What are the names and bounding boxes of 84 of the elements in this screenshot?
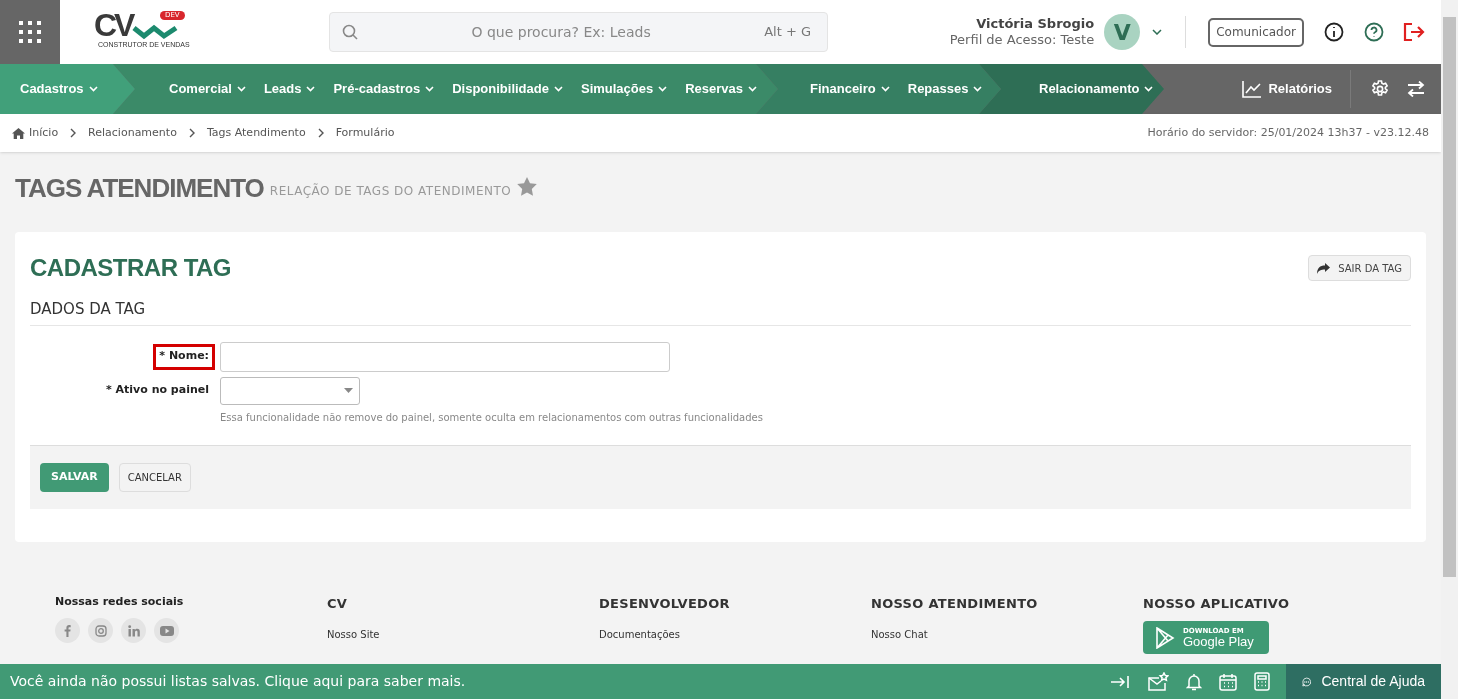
home-icon xyxy=(12,127,25,139)
nav-menu-item[interactable]: Cadastros xyxy=(20,79,98,99)
footer-column-title: CV xyxy=(327,594,349,613)
nav-menu-item[interactable]: Reservas xyxy=(685,79,758,99)
breadcrumb-link[interactable]: Tags Atendimento xyxy=(206,124,306,142)
section-title: DADOS DA TAG xyxy=(30,298,1411,326)
chevron-right-icon xyxy=(70,128,77,138)
chevron-down-icon xyxy=(88,86,98,92)
favorite-star-icon[interactable] xyxy=(517,177,538,196)
nav-menu-item[interactable]: Simulações xyxy=(580,79,668,99)
chevron-down-icon xyxy=(425,86,435,92)
saved-lists-message[interactable]: Você ainda não possui listas salvas. Clique aqui para saber mais. xyxy=(10,671,466,692)
dropdown-field[interactable] xyxy=(220,376,360,405)
breadcrumb-link[interactable]: Início xyxy=(12,124,59,142)
wave-logo-icon xyxy=(132,22,179,40)
breadcrumb-link[interactable]: Formulário xyxy=(335,124,395,142)
user-profile: Perfil de Acesso: Teste xyxy=(949,32,1095,48)
nav-menu-item[interactable]: Leads xyxy=(263,79,316,99)
cancel-button[interactable]: CANCELAR xyxy=(118,462,191,492)
chevron-down-icon xyxy=(880,86,890,92)
chevron-down-icon[interactable] xyxy=(1152,29,1163,35)
collapse-icon[interactable] xyxy=(1110,673,1130,690)
communicator-button[interactable]: Comunicador xyxy=(1208,17,1304,47)
line-chart-icon xyxy=(1242,80,1263,98)
search-field[interactable]: O que procura? Ex: Leads Alt + G xyxy=(329,12,828,52)
shortcut-hint: Alt + G xyxy=(764,23,811,42)
calculator-icon[interactable] xyxy=(1254,672,1270,691)
page-title: TAGS ATENDIMENTO xyxy=(15,174,264,202)
footer-link[interactable]: Documentações xyxy=(599,627,871,642)
form-title: CADASTRAR TAG xyxy=(30,253,232,283)
play-store-icon xyxy=(1155,626,1175,649)
settings-icon[interactable] xyxy=(1371,80,1389,98)
mail-star-icon[interactable] xyxy=(1147,671,1169,692)
calendar-icon[interactable] xyxy=(1219,672,1237,691)
youtube-icon[interactable] xyxy=(154,618,179,643)
nav-menu-item[interactable]: Pré-cadastros xyxy=(333,79,435,99)
nav-menu-item[interactable]: Comercial xyxy=(169,79,246,99)
field-label: * Ativo no painel xyxy=(104,382,210,399)
linkedin-icon[interactable] xyxy=(121,618,146,643)
reports-link[interactable]: Relatórios xyxy=(1242,79,1332,99)
footer-link[interactable]: Nosso Site xyxy=(327,627,599,642)
help-text: Essa funcionalidade não remove do painel, somente oculta em relacionamentos com outras funcionalidades xyxy=(220,410,763,425)
chevron-down-icon xyxy=(658,86,668,92)
help-center-button[interactable]: Central de Ajuda xyxy=(1286,664,1441,699)
chevron-right-icon xyxy=(188,128,195,138)
chevron-right-icon xyxy=(317,128,324,138)
nav-menu-item[interactable]: Financeiro xyxy=(810,79,890,99)
share-arrow-icon xyxy=(1317,262,1331,274)
apps-menu-button[interactable] xyxy=(0,0,60,64)
swap-icon[interactable] xyxy=(1407,81,1425,97)
footer-column-title: DESENVOLVEDOR xyxy=(599,594,731,613)
search-icon xyxy=(342,24,358,40)
nav-menu-item[interactable]: Repasses xyxy=(907,79,983,99)
nav-menu-item[interactable]: Disponibilidade xyxy=(452,79,563,99)
instagram-icon[interactable] xyxy=(88,618,113,643)
caret-icon xyxy=(344,388,353,393)
user-avatar[interactable]: V xyxy=(1104,14,1141,50)
exit-tag-button[interactable]: SAIR DA TAG xyxy=(1308,255,1411,281)
server-time: Horário do servidor: 25/01/2024 13h37 - v23.12.48 xyxy=(1147,124,1429,141)
chevron-down-icon xyxy=(973,86,983,92)
social-title: Nossas redes sociais xyxy=(55,593,185,610)
logout-icon[interactable] xyxy=(1403,23,1425,41)
search-input[interactable]: O que procura? Ex: Leads xyxy=(358,21,765,43)
name-input-field[interactable] xyxy=(220,341,670,372)
field-label: * Nome: xyxy=(153,343,215,370)
chevron-down-icon xyxy=(553,86,563,92)
grid-icon xyxy=(19,21,41,43)
nav-menu-item[interactable]: Relacionamento xyxy=(1039,79,1154,99)
footer-link[interactable]: Nosso Chat xyxy=(871,627,1143,642)
help-icon[interactable] xyxy=(1364,22,1384,42)
chevron-down-icon xyxy=(236,86,246,92)
breadcrumb-link[interactable]: Relacionamento xyxy=(88,124,177,142)
logo-mark: CV xyxy=(94,10,133,40)
user-name: Victória Sbrogio xyxy=(976,16,1095,32)
footer-column-title: NOSSO ATENDIMENTO xyxy=(871,594,1039,613)
page-subtitle: RELAÇÃO DE TAGS DO ATENDIMENTO xyxy=(269,182,512,200)
footer-column-title: NOSSO APLICATIVO xyxy=(1143,594,1290,613)
chevron-down-icon xyxy=(748,86,758,92)
save-button[interactable]: SALVAR xyxy=(40,462,109,492)
chevron-down-icon xyxy=(1144,86,1154,92)
bell-icon[interactable] xyxy=(1186,672,1202,691)
info-icon[interactable] xyxy=(1324,22,1344,42)
chevron-down-icon xyxy=(306,86,316,92)
facebook-icon[interactable] xyxy=(55,618,80,643)
